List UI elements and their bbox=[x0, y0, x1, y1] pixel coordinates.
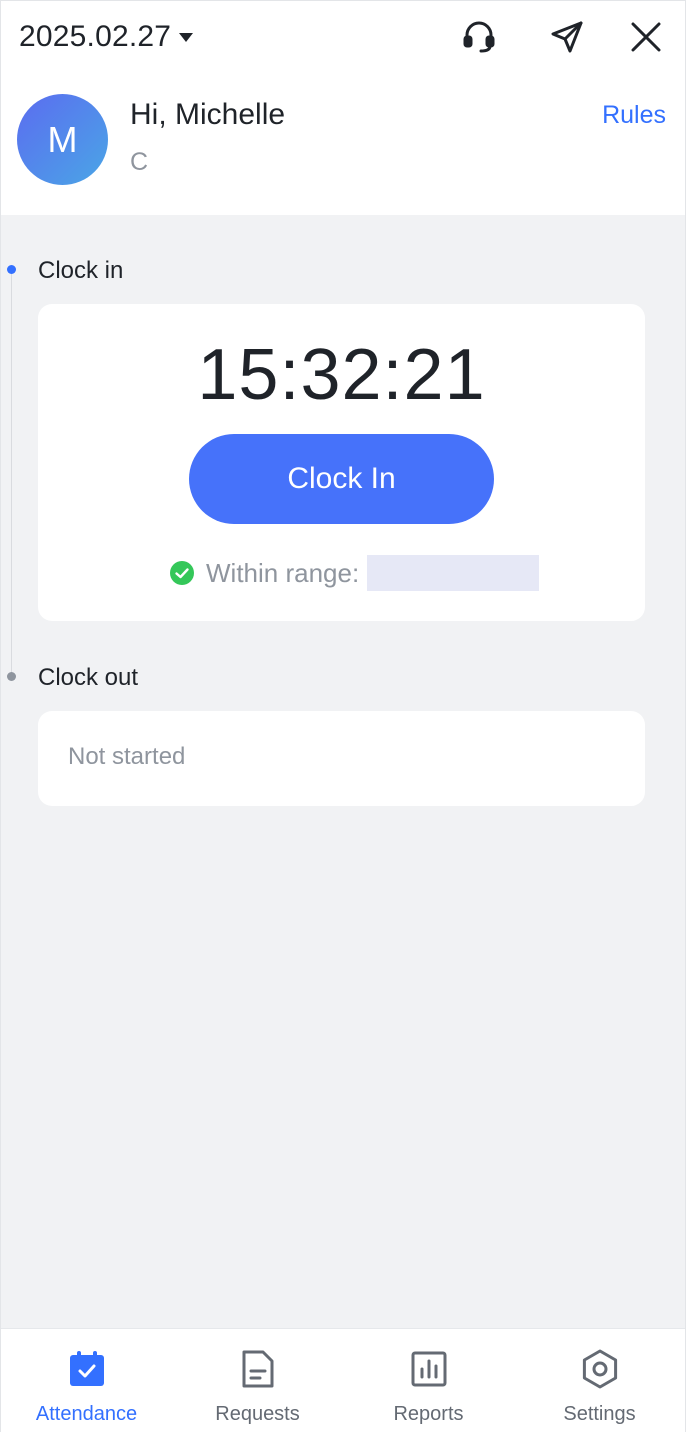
clock-out-label: Clock out bbox=[38, 664, 139, 691]
clock-out-card: Not started bbox=[38, 711, 645, 806]
send-icon bbox=[551, 21, 583, 53]
bar-chart-icon bbox=[411, 1351, 446, 1387]
greeting-text: Hi, Michelle bbox=[130, 98, 286, 131]
date-picker[interactable]: 2025.02.27 bbox=[19, 15, 194, 59]
date-text: 2025.02.27 bbox=[19, 20, 172, 53]
nav-item-settings[interactable]: Settings bbox=[514, 1329, 685, 1432]
timeline-line bbox=[11, 270, 12, 676]
document-icon bbox=[242, 1350, 273, 1388]
timeline-dot-clock-out bbox=[7, 672, 16, 681]
nav-item-reports[interactable]: Reports bbox=[343, 1329, 514, 1432]
support-button[interactable] bbox=[457, 15, 501, 59]
headset-icon bbox=[463, 21, 495, 53]
timeline-dot-clock-in bbox=[7, 265, 16, 274]
clock-in-button[interactable]: Clock In bbox=[189, 434, 494, 524]
nav-label-requests: Requests bbox=[215, 1403, 300, 1425]
calendar-check-icon bbox=[69, 1351, 104, 1386]
location-status: Within range: bbox=[170, 554, 540, 592]
caret-down-icon bbox=[179, 33, 194, 42]
rules-link[interactable]: Rules bbox=[602, 101, 666, 130]
nav-label-reports: Reports bbox=[393, 1403, 464, 1425]
nav-item-requests[interactable]: Requests bbox=[172, 1329, 343, 1432]
share-button[interactable] bbox=[545, 15, 589, 59]
clock-in-label: Clock in bbox=[38, 257, 124, 284]
user-subtitle: C bbox=[130, 148, 149, 176]
check-circle-icon bbox=[170, 561, 194, 585]
current-time: 15:32:21 bbox=[197, 335, 486, 415]
header: 2025.02.27 M Hi, Michelle C Rules bbox=[1, 1, 685, 215]
nav-label-settings: Settings bbox=[563, 1403, 636, 1425]
bottom-nav: Attendance Requests Reports Settings bbox=[1, 1328, 685, 1432]
clock-out-status: Not started bbox=[68, 743, 186, 770]
avatar: M bbox=[17, 94, 108, 185]
nav-label-attendance: Attendance bbox=[35, 1403, 138, 1425]
gear-icon bbox=[582, 1349, 617, 1389]
close-icon bbox=[631, 22, 661, 52]
close-button[interactable] bbox=[624, 15, 668, 59]
nav-item-attendance[interactable]: Attendance bbox=[1, 1329, 172, 1432]
range-label: Within range: bbox=[206, 557, 360, 588]
redacted-location bbox=[367, 555, 540, 591]
clock-in-card: 15:32:21 Clock In Within range: bbox=[38, 304, 645, 621]
